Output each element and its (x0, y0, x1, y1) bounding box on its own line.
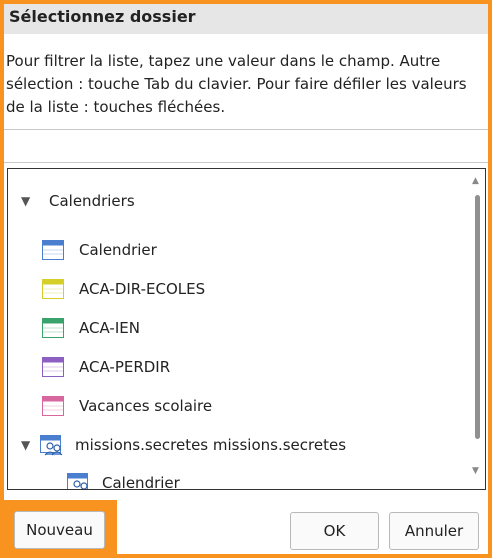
dialog-title: Sélectionnez dossier (9, 7, 196, 26)
tree-item-label: Calendrier (79, 241, 157, 259)
tree-root-label: Calendriers (49, 192, 135, 210)
tree-folder-label: missions.secretes missions.secretes (75, 436, 347, 454)
new-button[interactable]: Nouveau (14, 511, 105, 549)
shared-calendar-icon (40, 435, 63, 456)
tree-item-label: ACA-DIR-ECOLES (79, 280, 206, 298)
scroll-up-arrow-icon[interactable]: ▲ (472, 176, 479, 186)
tree-item-label: Calendrier (102, 474, 180, 490)
scrollbar-thumb[interactable] (475, 195, 480, 439)
calendar-icon (42, 318, 64, 338)
tree-item-label: Vacances scolaire (79, 397, 213, 415)
new-button-highlight: Nouveau (0, 500, 117, 558)
calendar-icon (42, 396, 64, 416)
scroll-down-arrow-icon[interactable]: ▼ (472, 466, 479, 476)
tree-folder-missions-secretes[interactable]: ▼ missions.secretes missions.secretes (21, 431, 346, 459)
tree-scrollbar[interactable]: ▲ ▼ (469, 169, 485, 489)
folder-tree: ▼ Calendriers Calendrier ACA-DIR-ECOLES (7, 168, 486, 490)
select-folder-dialog: Sélectionnez dossier Pour filtrer la lis… (4, 4, 488, 554)
tree-item-label: ACA-IEN (79, 319, 140, 337)
tree-item-aca-ien[interactable]: ACA-IEN (42, 314, 140, 342)
shared-calendar-icon (67, 473, 88, 489)
filter-input[interactable] (4, 129, 488, 163)
calendar-icon (42, 279, 64, 299)
dialog-title-bar: Sélectionnez dossier (4, 4, 488, 34)
cancel-button[interactable]: Annuler (389, 512, 479, 550)
tree-item-aca-dir-ecoles[interactable]: ACA-DIR-ECOLES (42, 275, 205, 303)
instructions-text: Pour filtrer la liste, tapez une valeur … (6, 52, 467, 116)
calendar-icon (42, 357, 64, 377)
tree-item-calendrier[interactable]: Calendrier (42, 236, 157, 264)
tree-item-vacances-scolaire[interactable]: Vacances scolaire (42, 392, 212, 420)
expanded-arrow-icon[interactable]: ▼ (21, 194, 41, 208)
tree-root-calendriers[interactable]: ▼ Calendriers (21, 187, 135, 215)
ok-button[interactable]: OK (290, 512, 379, 550)
tree-item-shared-calendrier[interactable]: Calendrier (66, 469, 180, 490)
calendar-icon (42, 240, 64, 260)
tree-item-label: ACA-PERDIR (79, 358, 171, 376)
tree-item-aca-perdir[interactable]: ACA-PERDIR (42, 353, 170, 381)
expanded-arrow-icon[interactable]: ▼ (21, 438, 41, 452)
